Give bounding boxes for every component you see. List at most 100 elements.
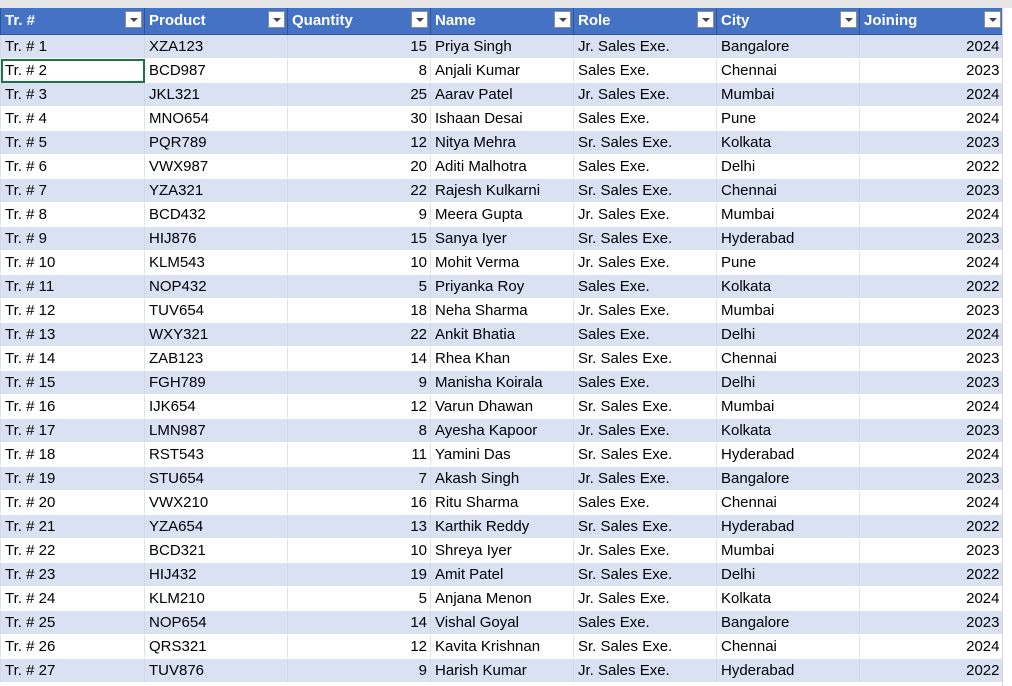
cell-joining[interactable]: 2023	[859, 370, 1003, 395]
cell-role[interactable]: Sr. Sales Exe.	[573, 634, 717, 659]
cell-tr[interactable]: Tr. # 10	[0, 250, 145, 275]
cell-product[interactable]: BCD987	[144, 58, 288, 83]
cell-name[interactable]: Nitya Mehra	[430, 130, 574, 155]
cell-city[interactable]: Kolkata	[716, 418, 860, 443]
cell-city[interactable]: Hyderabad	[716, 226, 860, 251]
cell-name[interactable]: Neha Sharma	[430, 298, 574, 323]
cell-joining[interactable]: 2024	[859, 34, 1003, 59]
cell-city[interactable]: Delhi	[716, 562, 860, 587]
cell-tr[interactable]: Tr. # 26	[0, 634, 145, 659]
cell-quantity[interactable]: 19	[287, 562, 431, 587]
cell-city[interactable]: Kolkata	[716, 586, 860, 611]
cell-role[interactable]: Jr. Sales Exe.	[573, 250, 717, 275]
cell-city[interactable]: Pune	[716, 250, 860, 275]
cell-product[interactable]: WXY321	[144, 322, 288, 347]
cell-tr[interactable]: Tr. # 19	[0, 466, 145, 491]
cell-role[interactable]: Sales Exe.	[573, 370, 717, 395]
cell-joining[interactable]: 2023	[859, 130, 1003, 155]
filter-dropdown-icon[interactable]	[840, 11, 857, 28]
cell-product[interactable]: YZA321	[144, 178, 288, 203]
filter-dropdown-icon[interactable]	[554, 11, 571, 28]
cell-city[interactable]: Mumbai	[716, 394, 860, 419]
cell-product[interactable]: BCD321	[144, 538, 288, 563]
cell-name[interactable]: Anjana Menon	[430, 586, 574, 611]
cell-quantity[interactable]: 9	[287, 202, 431, 227]
cell-role[interactable]: Jr. Sales Exe.	[573, 34, 717, 59]
cell-name[interactable]: Amit Patel	[430, 562, 574, 587]
cell-joining[interactable]: 2022	[859, 514, 1003, 539]
cell-joining[interactable]: 2023	[859, 418, 1003, 443]
cell-product[interactable]: KLM543	[144, 250, 288, 275]
cell-product[interactable]: VWX987	[144, 154, 288, 179]
header-product[interactable]: Product	[144, 8, 288, 35]
cell-quantity[interactable]: 13	[287, 514, 431, 539]
cell-name[interactable]: Rhea Khan	[430, 346, 574, 371]
cell-tr[interactable]: Tr. # 8	[0, 202, 145, 227]
cell-city[interactable]: Chennai	[716, 346, 860, 371]
cell-name[interactable]: Anjali Kumar	[430, 58, 574, 83]
header-city[interactable]: City	[716, 8, 860, 35]
cell-product[interactable]: XZA123	[144, 34, 288, 59]
cell-quantity[interactable]: 30	[287, 106, 431, 131]
cell-tr[interactable]: Tr. # 18	[0, 442, 145, 467]
cell-city[interactable]: Mumbai	[716, 298, 860, 323]
cell-joining[interactable]: 2023	[859, 346, 1003, 371]
cell-joining[interactable]: 2023	[859, 226, 1003, 251]
cell-tr[interactable]: Tr. # 4	[0, 106, 145, 131]
cell-city[interactable]: Bangalore	[716, 466, 860, 491]
cell-quantity[interactable]: 9	[287, 658, 431, 683]
cell-role[interactable]: Sr. Sales Exe.	[573, 226, 717, 251]
cell-joining[interactable]: 2024	[859, 442, 1003, 467]
cell-city[interactable]: Mumbai	[716, 538, 860, 563]
cell-tr[interactable]: Tr. # 17	[0, 418, 145, 443]
cell-joining[interactable]: 2022	[859, 154, 1003, 179]
cell-role[interactable]: Sr. Sales Exe.	[573, 514, 717, 539]
cell-name[interactable]: Sanya Iyer	[430, 226, 574, 251]
cell-role[interactable]: Sr. Sales Exe.	[573, 394, 717, 419]
cell-tr[interactable]: Tr. # 7	[0, 178, 145, 203]
cell-name[interactable]: Ishaan Desai	[430, 106, 574, 131]
cell-name[interactable]: Akash Singh	[430, 466, 574, 491]
cell-name[interactable]: Meera Gupta	[430, 202, 574, 227]
cell-joining[interactable]: 2024	[859, 82, 1003, 107]
cell-tr[interactable]: Tr. # 23	[0, 562, 145, 587]
cell-tr[interactable]: Tr. # 20	[0, 490, 145, 515]
cell-quantity[interactable]: 12	[287, 634, 431, 659]
cell-joining[interactable]: 2024	[859, 490, 1003, 515]
cell-quantity[interactable]: 12	[287, 394, 431, 419]
cell-quantity[interactable]: 5	[287, 586, 431, 611]
cell-product[interactable]: LMN987	[144, 418, 288, 443]
cell-role[interactable]: Sales Exe.	[573, 58, 717, 83]
cell-city[interactable]: Kolkata	[716, 274, 860, 299]
cell-quantity[interactable]: 10	[287, 538, 431, 563]
cell-quantity[interactable]: 10	[287, 250, 431, 275]
cell-city[interactable]: Hyderabad	[716, 658, 860, 683]
cell-joining[interactable]: 2023	[859, 610, 1003, 635]
header-quantity[interactable]: Quantity	[287, 8, 431, 35]
cell-quantity[interactable]: 16	[287, 490, 431, 515]
cell-city[interactable]: Bangalore	[716, 610, 860, 635]
cell-city[interactable]: Hyderabad	[716, 442, 860, 467]
cell-name[interactable]: Aarav Patel	[430, 82, 574, 107]
cell-role[interactable]: Sales Exe.	[573, 322, 717, 347]
cell-tr[interactable]: Tr. # 6	[0, 154, 145, 179]
cell-joining[interactable]: 2022	[859, 658, 1003, 683]
cell-product[interactable]: JKL321	[144, 82, 288, 107]
cell-product[interactable]: RST543	[144, 442, 288, 467]
cell-joining[interactable]: 2023	[859, 58, 1003, 83]
cell-name[interactable]: Ritu Sharma	[430, 490, 574, 515]
header-name[interactable]: Name	[430, 8, 574, 35]
cell-role[interactable]: Sales Exe.	[573, 274, 717, 299]
cell-city[interactable]: Hyderabad	[716, 514, 860, 539]
cell-joining[interactable]: 2024	[859, 586, 1003, 611]
cell-role[interactable]: Jr. Sales Exe.	[573, 538, 717, 563]
cell-joining[interactable]: 2023	[859, 178, 1003, 203]
cell-product[interactable]: ZAB123	[144, 346, 288, 371]
cell-name[interactable]: Manisha Koirala	[430, 370, 574, 395]
cell-name[interactable]: Varun Dhawan	[430, 394, 574, 419]
cell-product[interactable]: FGH789	[144, 370, 288, 395]
filter-dropdown-icon[interactable]	[411, 11, 428, 28]
cell-name[interactable]: Ayesha Kapoor	[430, 418, 574, 443]
cell-role[interactable]: Jr. Sales Exe.	[573, 202, 717, 227]
cell-city[interactable]: Bangalore	[716, 34, 860, 59]
